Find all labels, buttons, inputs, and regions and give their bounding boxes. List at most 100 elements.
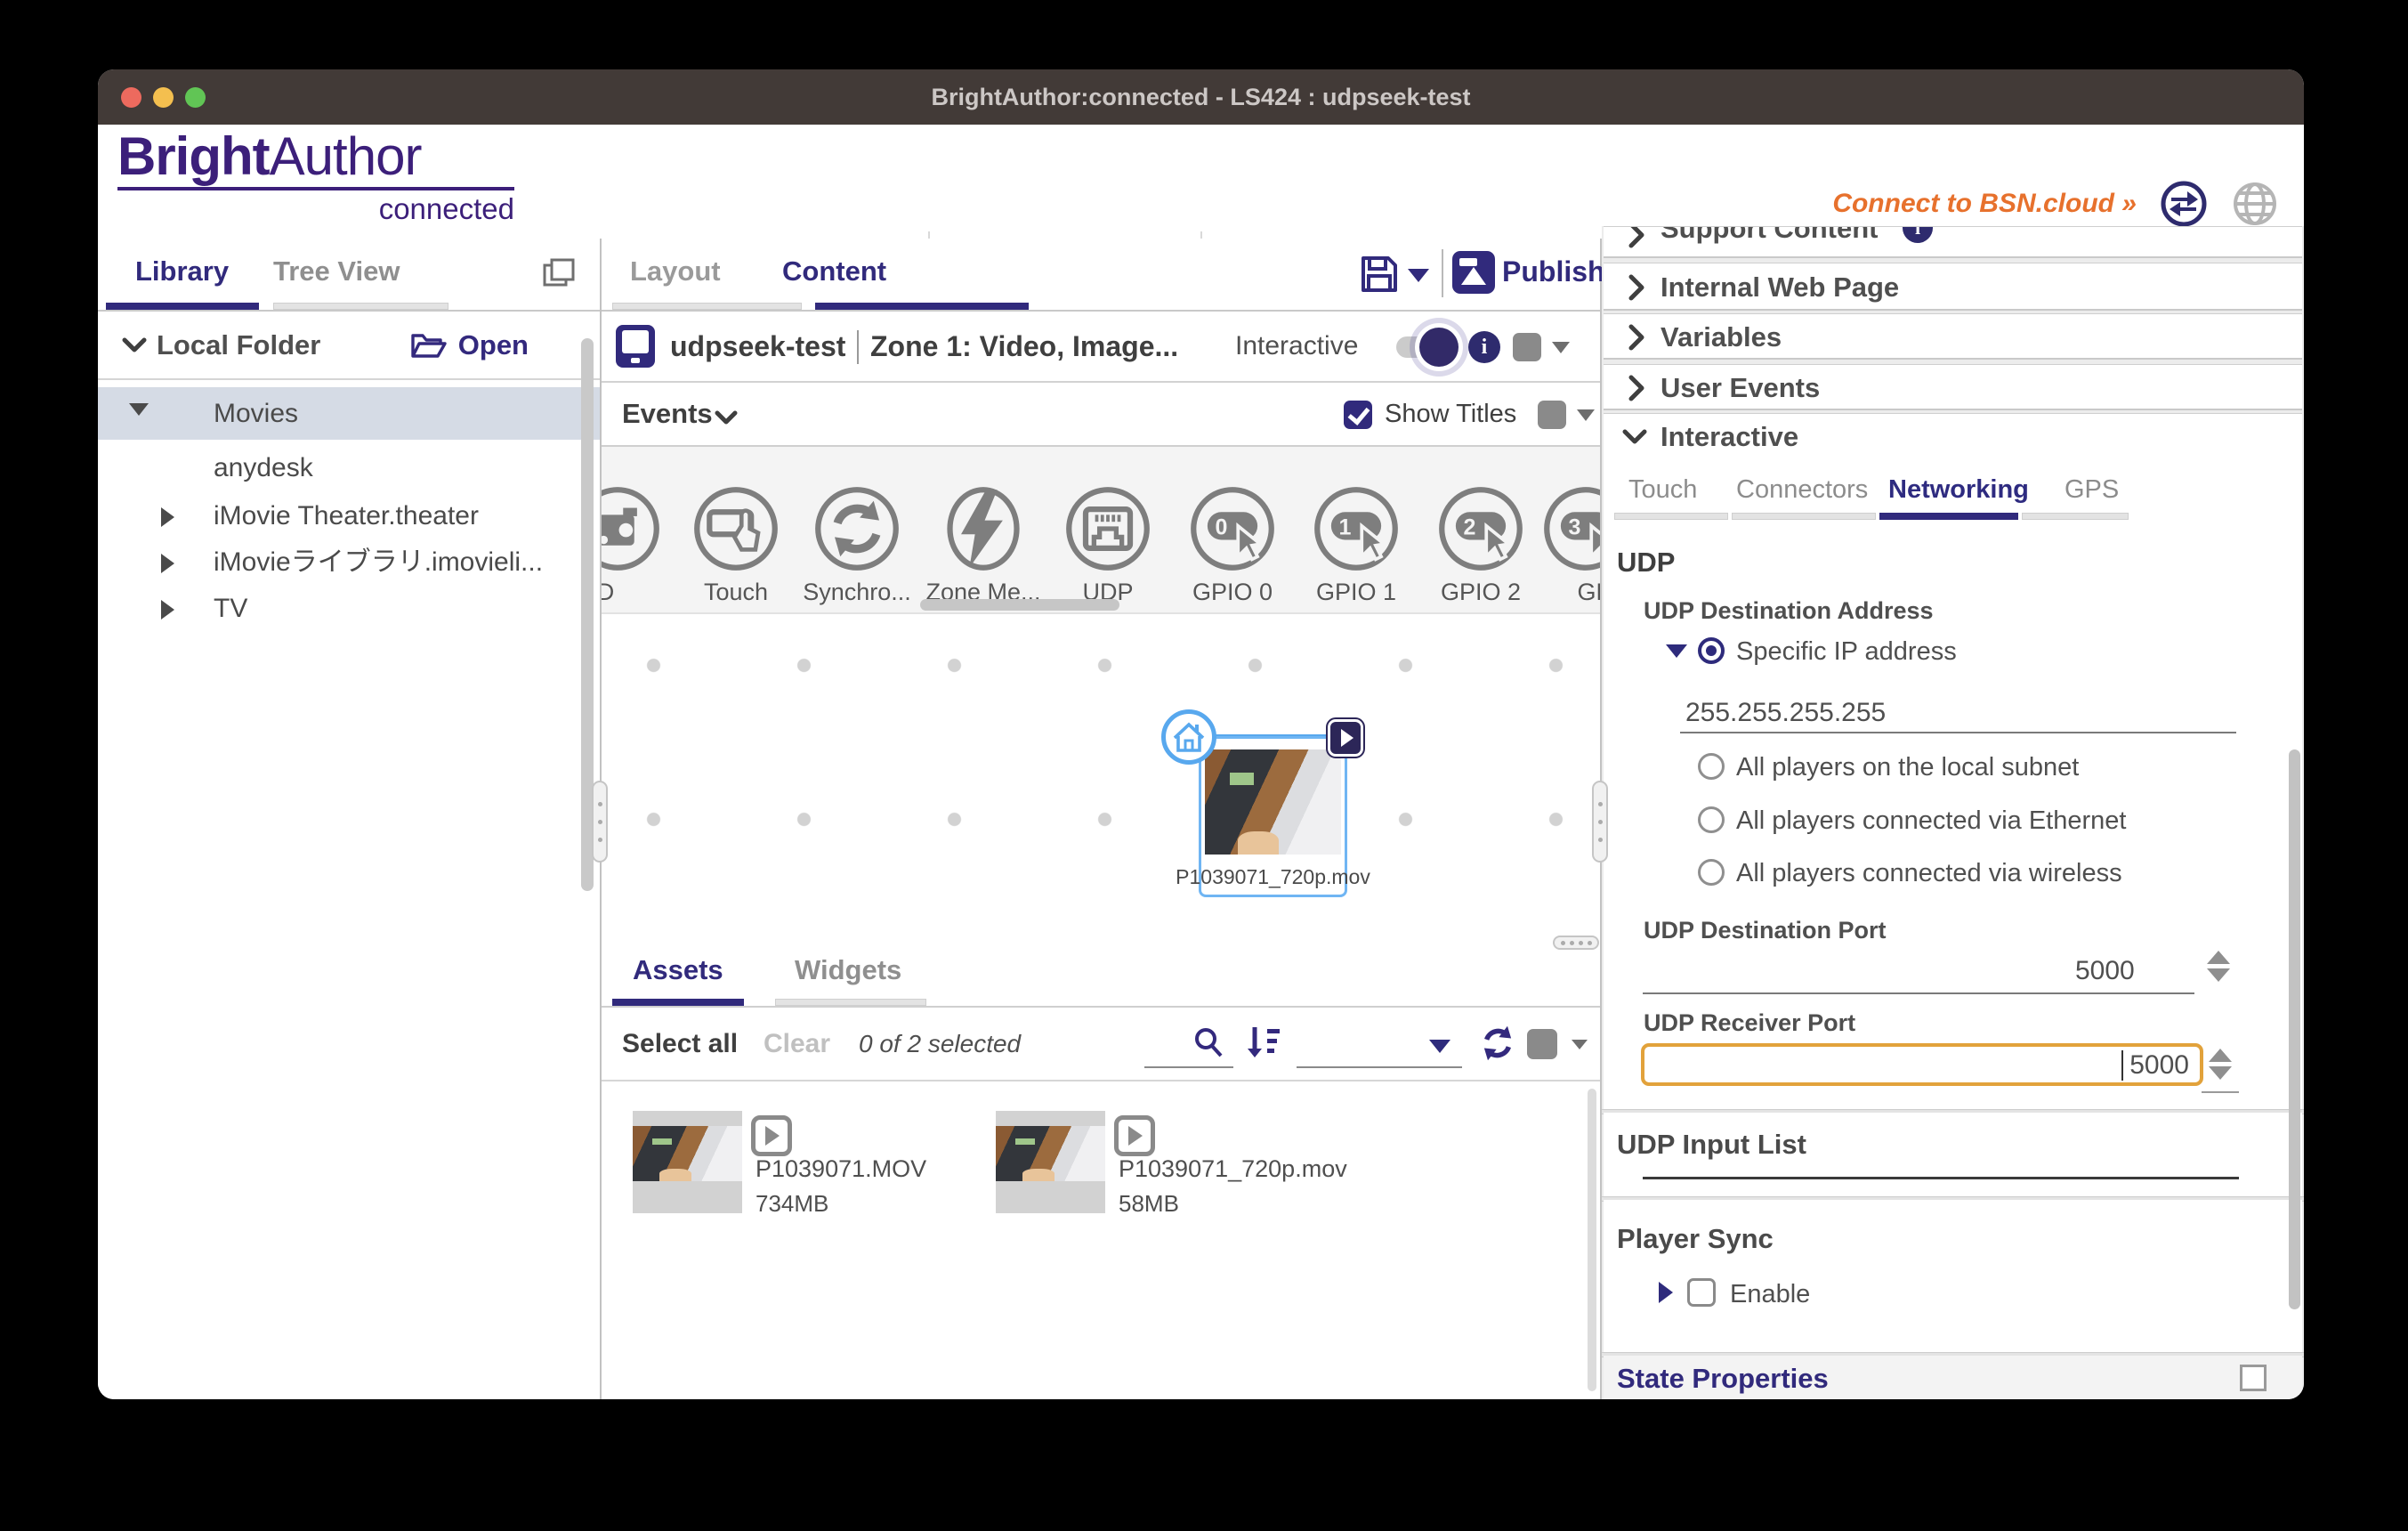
clear-button[interactable]: Clear: [764, 1008, 830, 1080]
tree-item-movies[interactable]: Movies: [98, 387, 600, 440]
accordion-user-events[interactable]: User Events: [1604, 364, 2302, 410]
chevron-down-icon[interactable]: [1572, 1040, 1588, 1049]
tab-tree-view[interactable]: Tree View: [273, 239, 400, 304]
tab-widgets[interactable]: Widgets: [795, 940, 901, 1000]
refresh-icon[interactable]: [1478, 1024, 1517, 1063]
assets-tab-underline: [612, 999, 744, 1006]
event-gpio-3[interactable]: 3: [1541, 484, 1600, 573]
udp-dest-port-value[interactable]: 5000: [2075, 956, 2135, 986]
player-sync-section: Player Sync Enable: [1604, 1200, 2302, 1352]
color-swatch-button[interactable]: [1527, 1029, 1557, 1059]
accordion-interactive[interactable]: Interactive: [1604, 413, 2302, 459]
globe-icon[interactable]: [2231, 180, 2279, 228]
tree-item-tv[interactable]: TV: [98, 584, 600, 634]
tab-networking[interactable]: Networking: [1888, 475, 2029, 505]
tab-layout[interactable]: Layout: [630, 239, 721, 304]
presentation-canvas[interactable]: P1039071_720p.mov −: [602, 614, 1600, 940]
event-gpio-0[interactable]: 0: [1188, 484, 1277, 573]
info-icon[interactable]: i: [1903, 226, 1933, 243]
tab-connectors[interactable]: Connectors: [1736, 475, 1868, 505]
divider: [1442, 249, 1443, 297]
expander-down-icon[interactable]: [129, 403, 149, 416]
right-divider-handle[interactable]: [1592, 781, 1608, 863]
event-synchronize[interactable]: [812, 484, 901, 573]
tab-touch[interactable]: Touch: [1628, 475, 1697, 505]
expander-right-icon[interactable]: [161, 507, 174, 527]
accordion-support-content[interactable]: Support Content i: [1604, 226, 2302, 258]
receiver-port-stepper[interactable]: [2205, 1049, 2235, 1080]
expander-right-icon[interactable]: [161, 554, 174, 573]
chevron-down-icon[interactable]: [1552, 342, 1570, 353]
accordion-internal-web-page[interactable]: Internal Web Page: [1604, 263, 2302, 311]
state-properties-section[interactable]: State Properties: [1604, 1356, 2302, 1399]
ip-address-value[interactable]: 255.255.255.255: [1685, 698, 1886, 728]
publish-icon[interactable]: [1452, 251, 1495, 294]
accordion-variables[interactable]: Variables: [1604, 313, 2302, 360]
connect-bsn-link[interactable]: Connect to BSN.cloud »: [1832, 189, 2137, 219]
event-touch[interactable]: [691, 484, 780, 573]
publish-button[interactable]: Publish: [1502, 239, 1605, 304]
chevron-down-icon[interactable]: [121, 336, 148, 354]
open-folder-button[interactable]: Open: [410, 312, 529, 378]
event-gpio-1[interactable]: 1: [1312, 484, 1401, 573]
logo-bright: Bright: [117, 126, 270, 186]
tree-item-imovie-theater[interactable]: iMovie Theater.theater: [98, 491, 600, 541]
filter-select-underline[interactable]: [1297, 1066, 1462, 1068]
tab-assets[interactable]: Assets: [633, 940, 723, 1000]
expander-right-icon[interactable]: [1659, 1282, 1673, 1303]
udp-input-list-underline[interactable]: [1643, 1177, 2239, 1179]
ethernet-radio[interactable]: [1698, 806, 1725, 833]
udp-receiver-port-label: UDP Receiver Port: [1644, 1009, 1855, 1037]
enable-checkbox[interactable]: [1687, 1278, 1716, 1307]
chevron-down-icon[interactable]: [1577, 409, 1595, 421]
brightauthor-logo: BrightAuthor connected: [117, 128, 520, 226]
tree-item-imovie-library[interactable]: iMovieライブラリ.imovieli...: [98, 538, 600, 587]
save-options-icon[interactable]: [1408, 269, 1429, 282]
event-udp[interactable]: [1063, 484, 1152, 573]
event-zone-message[interactable]: [939, 484, 1028, 573]
tab-content[interactable]: Content: [782, 239, 886, 304]
expand-panel-icon[interactable]: [2240, 1365, 2267, 1391]
show-titles-checkbox[interactable]: [1344, 401, 1372, 429]
bottom-divider-handle[interactable]: [1553, 936, 1599, 950]
color-swatch-button[interactable]: [1538, 401, 1566, 429]
filter-dropdown-icon[interactable]: [1429, 1040, 1450, 1053]
select-all-button[interactable]: Select all: [622, 1008, 738, 1080]
asset-name: P1039071_720p.mov: [1119, 1155, 1347, 1183]
dest-port-stepper[interactable]: [2203, 951, 2234, 982]
zone-label[interactable]: Zone 1: Video, Image...: [870, 312, 1178, 381]
color-swatch-button[interactable]: [1513, 333, 1541, 361]
text-caret: [2121, 1050, 2123, 1081]
expander-right-icon[interactable]: [161, 600, 174, 620]
media-node[interactable]: P1039071_720p.mov: [1199, 736, 1347, 897]
tab-library[interactable]: Library: [135, 239, 229, 304]
play-state-icon[interactable]: [1328, 719, 1363, 757]
transfer-icon[interactable]: [2160, 180, 2208, 228]
selection-count: 0 of 2 selected: [859, 1008, 1021, 1080]
player-sync-heading: Player Sync: [1617, 1223, 1774, 1255]
wireless-radio[interactable]: [1698, 859, 1725, 886]
interactive-toggle[interactable]: [1396, 336, 1451, 358]
event-camera[interactable]: [602, 484, 662, 573]
sort-icon[interactable]: [1244, 1022, 1283, 1061]
chevron-down-icon: [1621, 428, 1648, 448]
toggle-knob[interactable]: [1419, 328, 1459, 367]
home-state-icon[interactable]: [1161, 709, 1216, 765]
search-icon[interactable]: [1191, 1025, 1226, 1061]
collapse-options-icon[interactable]: [1666, 644, 1687, 658]
assets-scrollbar[interactable]: [1588, 1089, 1596, 1391]
properties-scrollbar[interactable]: [2289, 749, 2300, 1309]
specific-ip-radio[interactable]: [1698, 637, 1725, 664]
horizontal-scrollbar[interactable]: [920, 599, 1119, 611]
left-divider-handle[interactable]: [592, 781, 608, 863]
event-gpio-2[interactable]: 2: [1436, 484, 1525, 573]
chevron-down-icon[interactable]: [714, 409, 739, 427]
tree-item-anydesk[interactable]: anydesk: [98, 443, 600, 493]
panel-collapse-icon[interactable]: [543, 258, 575, 288]
save-icon[interactable]: [1358, 253, 1401, 296]
interactive-section: Touch Connectors Networking GPS UDP UDP …: [1604, 459, 2302, 1109]
local-subnet-radio[interactable]: [1698, 753, 1725, 780]
tab-gps[interactable]: GPS: [2065, 475, 2119, 505]
udp-receiver-port-input[interactable]: 5000: [1641, 1043, 2203, 1086]
info-icon[interactable]: i: [1468, 331, 1500, 363]
